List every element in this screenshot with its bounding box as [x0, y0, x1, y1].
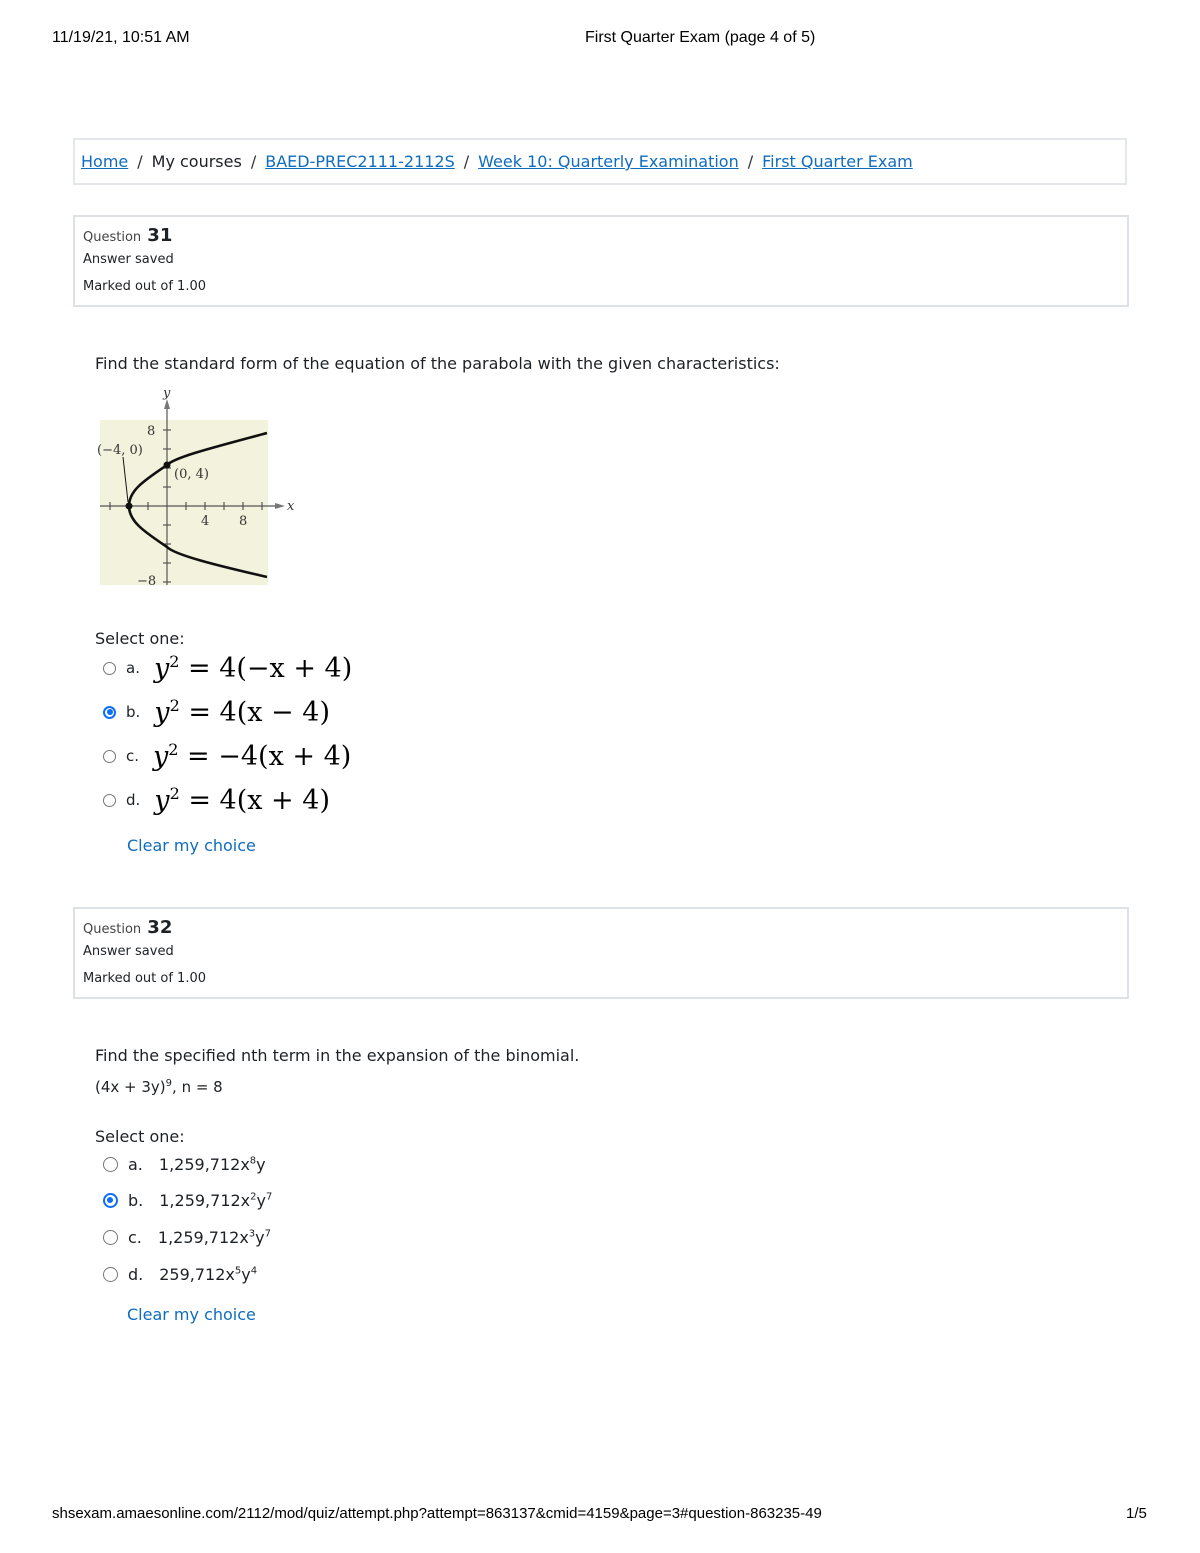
answer-option-c[interactable]: c. y2 = −4(x + 4) — [103, 740, 351, 772]
breadcrumb-my-courses: My courses — [151, 152, 242, 171]
radio-button[interactable] — [103, 793, 116, 807]
option-letter: b. — [128, 1191, 144, 1210]
print-datetime: 11/19/21, 10:51 AM — [52, 29, 190, 46]
option-answer: 1,259,712x8y — [158, 1155, 266, 1174]
option-equation: y2 = 4(−x + 4) — [153, 652, 353, 684]
select-one-label: Select one: — [95, 1127, 185, 1146]
option-letter: d. — [128, 1265, 144, 1284]
breadcrumb: Home / My courses / BAED-PREC2111-2112S … — [73, 138, 1127, 185]
y-tick-label: 8 — [147, 424, 155, 439]
vertex-point — [125, 502, 133, 510]
vertex-label: (−4, 0) — [97, 443, 143, 458]
question-info-32: Question 32 Answer saved Marked out of 1… — [73, 907, 1129, 999]
question-text: Find the standard form of the equation o… — [95, 354, 780, 373]
radio-button[interactable] — [103, 749, 116, 763]
question-state: Answer saved — [83, 252, 174, 267]
binomial-expression: (4x + 3y)9, n = 8 — [95, 1078, 223, 1096]
answer-option-d[interactable]: d. 259,712x5y4 — [103, 1265, 257, 1284]
answer-option-a[interactable]: a. y2 = 4(−x + 4) — [103, 652, 352, 684]
y-tick-label: −8 — [137, 574, 156, 589]
parabola-graph: y x 8 −8 4 8 (−4, 0) (0, 4) — [97, 386, 295, 589]
option-answer: 1,259,712x3y7 — [157, 1228, 272, 1247]
option-answer: 259,712x5y4 — [159, 1265, 258, 1284]
breadcrumb-separator: / — [747, 152, 754, 171]
print-page-number: 1/5 — [1126, 1505, 1147, 1522]
question-text: Find the specified nth term in the expan… — [95, 1046, 580, 1065]
radio-button-selected[interactable] — [103, 1193, 118, 1208]
question-grade: Marked out of 1.00 — [83, 279, 207, 294]
x-axis-label: x — [287, 499, 295, 514]
breadcrumb-separator: / — [250, 152, 257, 171]
clear-choice-link[interactable]: Clear my choice — [127, 1305, 256, 1324]
y-axis-label: y — [162, 386, 171, 401]
option-letter: b. — [126, 703, 141, 721]
radio-button[interactable] — [103, 661, 116, 675]
breadcrumb-exam[interactable]: First Quarter Exam — [762, 152, 913, 171]
option-equation: y2 = 4(x − 4) — [154, 696, 330, 728]
radio-button-selected[interactable] — [103, 705, 116, 719]
radio-button[interactable] — [103, 1230, 118, 1245]
radio-button[interactable] — [103, 1157, 118, 1172]
option-letter: a. — [126, 659, 140, 677]
question-info-31: Question 31 Answer saved Marked out of 1… — [73, 215, 1129, 307]
option-letter: a. — [128, 1155, 143, 1174]
print-title: First Quarter Exam (page 4 of 5) — [585, 29, 816, 46]
breadcrumb-separator: / — [463, 152, 470, 171]
x-axis-arrow — [275, 503, 285, 509]
question-number: Question 31 — [83, 225, 173, 246]
x-tick-label: 8 — [239, 514, 247, 529]
point-label: (0, 4) — [174, 467, 209, 482]
answer-option-a[interactable]: a. 1,259,712x8y — [103, 1155, 266, 1174]
clear-choice-link[interactable]: Clear my choice — [127, 836, 256, 855]
answer-option-d[interactable]: d. y2 = 4(x + 4) — [103, 784, 330, 816]
question-number: Question 32 — [83, 917, 173, 938]
x-tick-label: 4 — [201, 514, 209, 529]
breadcrumb-home[interactable]: Home — [81, 152, 128, 171]
answer-option-b[interactable]: b. y2 = 4(x − 4) — [103, 696, 330, 728]
radio-button[interactable] — [103, 1267, 118, 1282]
option-letter: c. — [126, 747, 140, 765]
intercept-point — [163, 461, 171, 469]
print-url: shsexam.amaesonline.com/2112/mod/quiz/at… — [52, 1505, 822, 1522]
breadcrumb-separator: / — [137, 152, 143, 171]
select-one-label: Select one: — [95, 629, 185, 648]
option-letter: c. — [128, 1228, 142, 1247]
answer-option-b[interactable]: b. 1,259,712x2y7 — [103, 1191, 272, 1210]
breadcrumb-course[interactable]: BAED-PREC2111-2112S — [265, 152, 455, 171]
option-letter: d. — [126, 791, 141, 809]
option-equation: y2 = −4(x + 4) — [153, 740, 352, 772]
question-state: Answer saved — [83, 944, 174, 959]
answer-option-c[interactable]: c. 1,259,712x3y7 — [103, 1228, 271, 1247]
question-grade: Marked out of 1.00 — [83, 971, 207, 986]
breadcrumb-week[interactable]: Week 10: Quarterly Examination — [478, 152, 739, 171]
option-answer: 1,259,712x2y7 — [159, 1191, 273, 1210]
option-equation: y2 = 4(x + 4) — [154, 784, 330, 816]
